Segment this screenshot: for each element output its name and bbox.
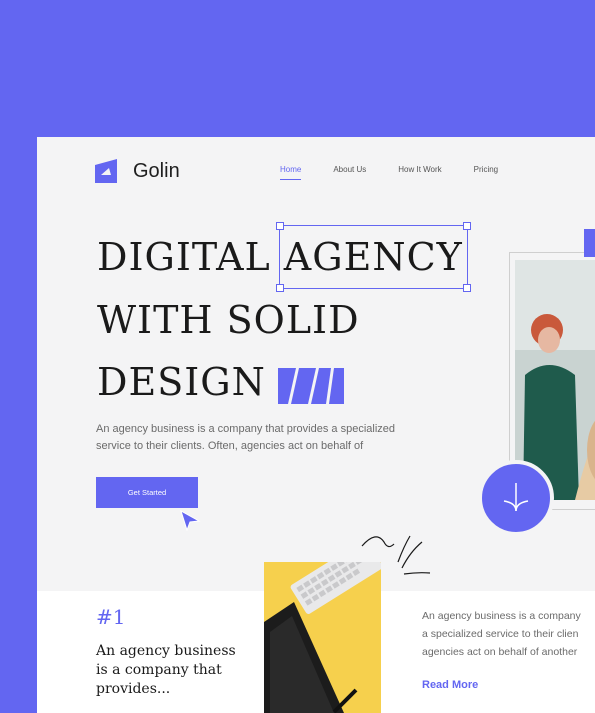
accent-tag: [584, 229, 595, 257]
hero-description: An agency business is a company that pro…: [96, 423, 396, 452]
cursor-icon: [180, 509, 201, 531]
feature-number: #1: [96, 605, 126, 629]
nav-about[interactable]: About Us: [333, 165, 366, 174]
nav-how-it-work[interactable]: How It Work: [398, 165, 441, 174]
hero-heading: DIGITAL AGENCY WITH SOLID DESIGN: [97, 222, 471, 413]
info-text-line: a specialized service to their clien: [422, 628, 579, 640]
hero-word-agency: AGENCY: [283, 235, 463, 279]
nav-pricing[interactable]: Pricing: [474, 165, 498, 174]
get-started-button[interactable]: Get Started: [96, 477, 198, 508]
arrow-down-icon: [503, 483, 529, 512]
main-nav: Home About Us How It Work Pricing: [280, 165, 498, 180]
resize-handle[interactable]: [275, 222, 284, 230]
hero-line-3: DESIGN: [97, 360, 266, 404]
brand-logo[interactable]: Golin: [95, 159, 180, 183]
resize-handle[interactable]: [462, 284, 471, 292]
hero-line-2: WITH SOLID: [97, 298, 360, 342]
info-text-line: An agency business is a company: [422, 610, 581, 622]
brand-name: Golin: [133, 159, 180, 182]
feature-text: An agency business is a company that pro…: [96, 643, 236, 697]
read-more-link[interactable]: Read More: [422, 679, 478, 691]
info-text-line: agencies act on behalf of another: [422, 646, 578, 658]
resize-handle[interactable]: [462, 222, 471, 230]
feature-section: #1 An agency business is a company that …: [37, 562, 595, 713]
scroll-down-button[interactable]: [478, 460, 554, 536]
stripes-decoration: [277, 367, 344, 404]
info-text: An agency business is a company a specia…: [422, 607, 595, 661]
desk-photo: [264, 562, 381, 713]
nav-home[interactable]: Home: [280, 165, 302, 180]
logo-icon: [95, 159, 117, 183]
hero-word-digital: DIGITAL: [97, 235, 271, 279]
selected-word-box[interactable]: AGENCY: [275, 222, 471, 292]
resize-handle[interactable]: [275, 284, 284, 292]
